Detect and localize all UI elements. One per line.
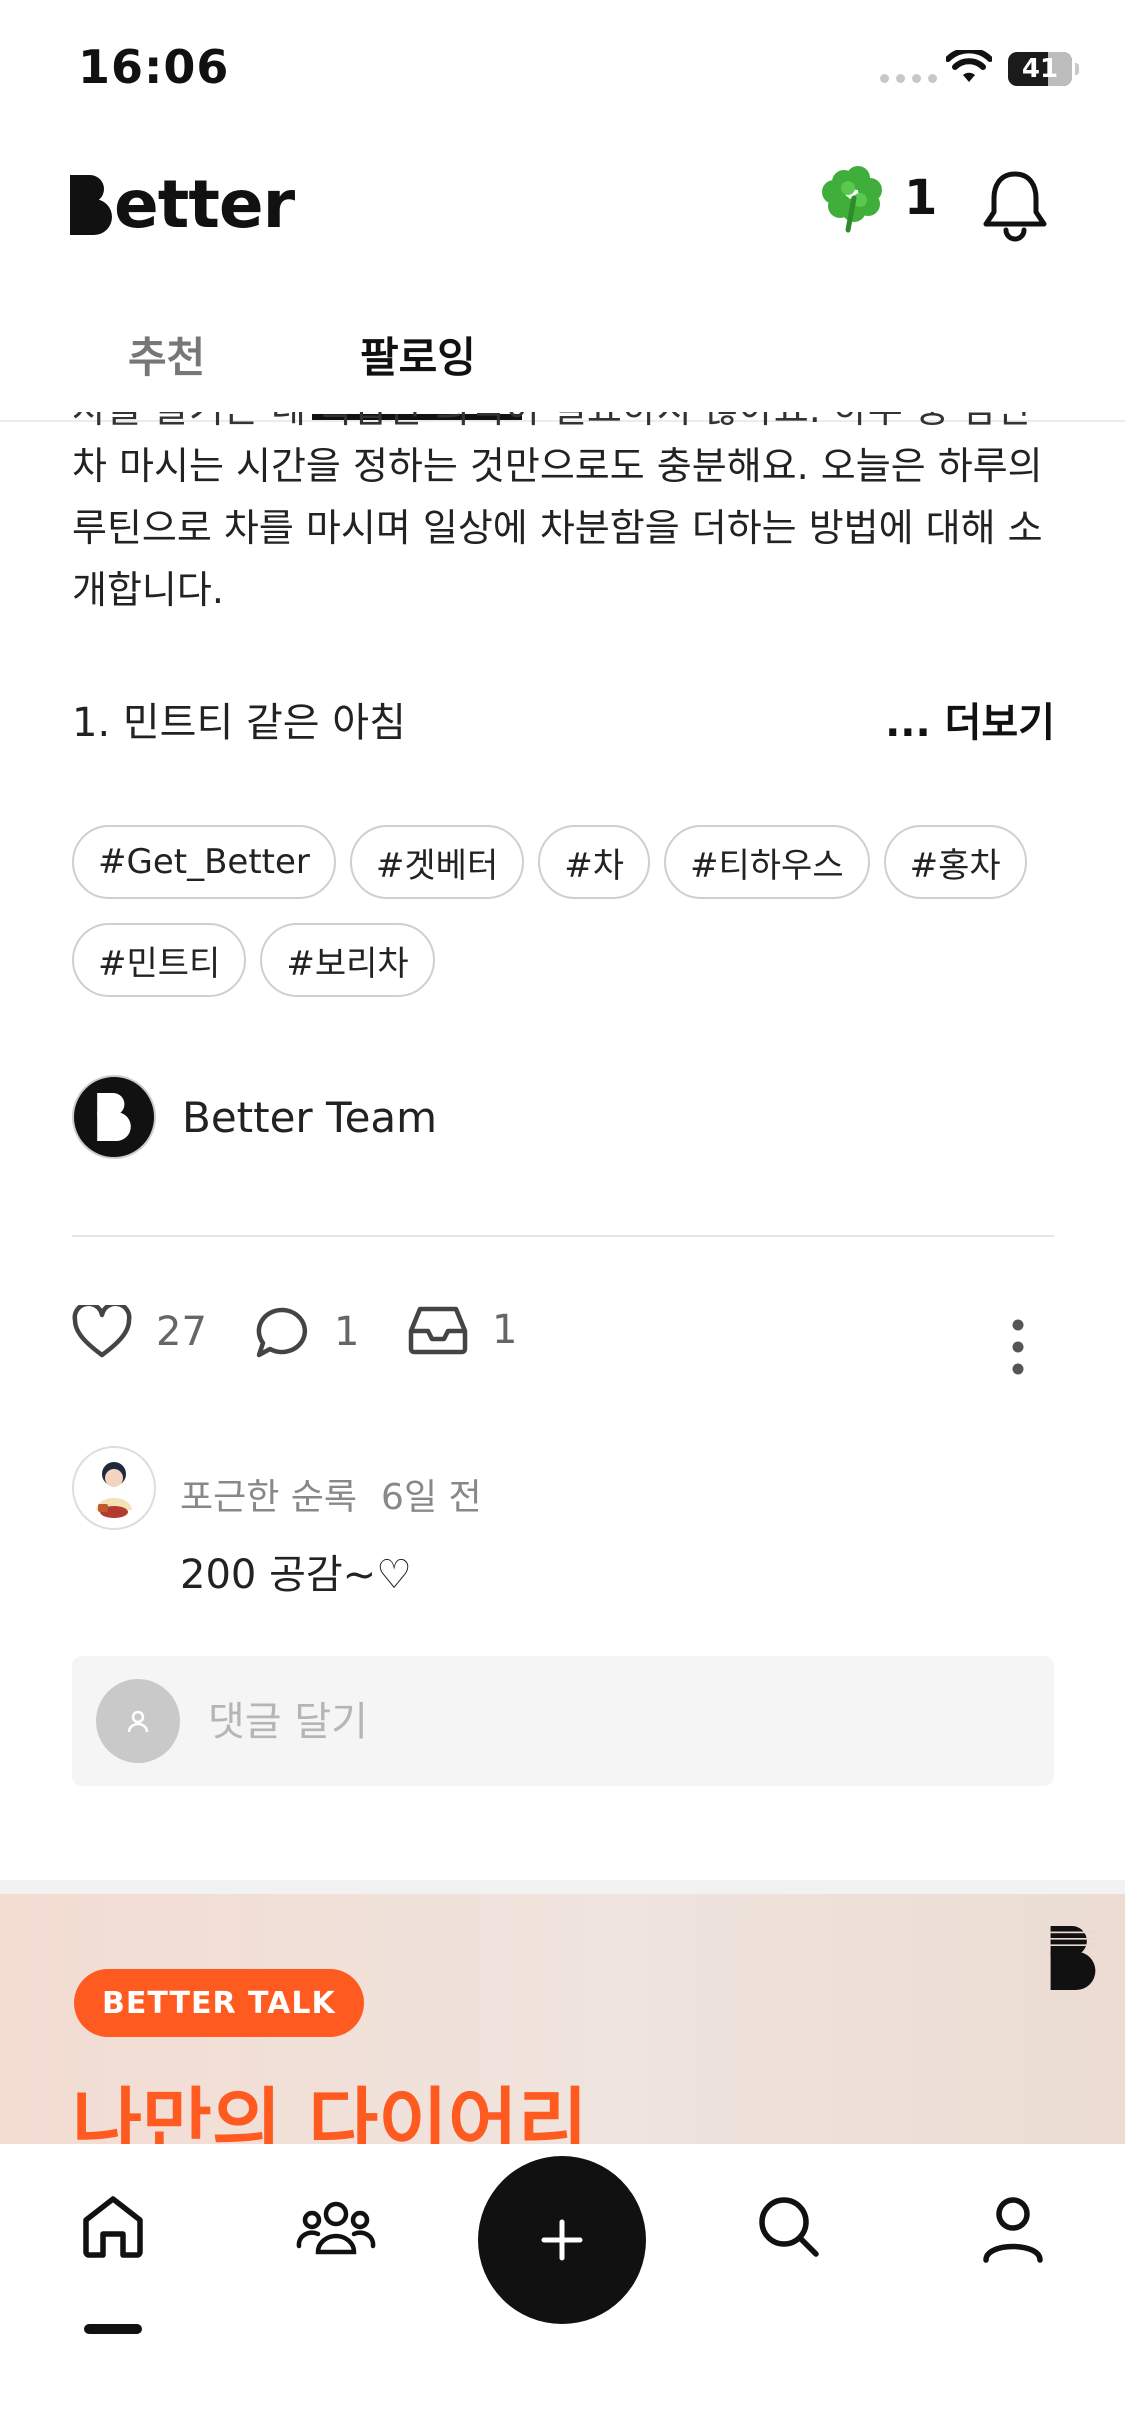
hashtag-chip[interactable]: #홍차 <box>883 825 1027 899</box>
save-button[interactable]: 1 <box>408 1305 517 1355</box>
community-icon[interactable] <box>296 2194 376 2264</box>
more-options-icon[interactable] <box>1012 1319 1024 1375</box>
comment-input[interactable] <box>206 1686 1010 1758</box>
cellular-signal-icon <box>880 74 937 83</box>
tab-recommended[interactable]: 추천 <box>128 324 205 385</box>
post-body: 차 마시는 시간을 정하는 것만으로도 충분해요. 오늘은 하루의 루틴으로 차… <box>72 444 1043 612</box>
like-count: 27 <box>156 1309 207 1355</box>
like-button[interactable]: 27 <box>72 1305 207 1359</box>
battery-level: 41 <box>1021 54 1059 84</box>
profile-icon[interactable] <box>980 2194 1046 2264</box>
app-header: etter 1 <box>0 140 1125 290</box>
bell-icon[interactable] <box>980 166 1050 242</box>
search-icon[interactable] <box>756 2194 822 2260</box>
better-b-mark-icon <box>1050 1926 1096 1990</box>
better-b-mark-icon <box>97 1093 131 1141</box>
hashtag-chip[interactable]: #티하우스 <box>664 825 870 899</box>
hashtag-chip[interactable]: #차 <box>538 825 650 899</box>
hashtag-chip[interactable]: #Get_Better <box>72 825 336 899</box>
commenter-name: 포근한 순록 6일 전 <box>180 1477 482 1518</box>
comment-button[interactable]: 1 <box>254 1305 359 1359</box>
post-body-clipped-line: 차를 즐기는 데 복잡한 의식이 필요하지 않아요. 하루 중 잠깐이라도 <box>72 412 1062 426</box>
clover-counter[interactable]: 1 <box>818 162 937 234</box>
my-avatar <box>96 1679 180 1763</box>
section-gap <box>0 1880 1125 1894</box>
hashtag-chip[interactable]: #보리차 <box>260 923 435 997</box>
status-bar: 16:06 41 <box>0 0 1125 140</box>
home-icon[interactable] <box>80 2194 146 2260</box>
author-name: Better Team <box>182 1092 438 1142</box>
active-nav-indicator <box>84 2324 142 2334</box>
comment-input-box <box>72 1656 1054 1786</box>
person-illustration-icon <box>96 1462 132 1518</box>
battery-icon: 41 <box>1008 52 1079 86</box>
better-talk-banner[interactable]: BETTER TALK 나만의 다이어리 <box>0 1894 1125 2144</box>
wifi-icon <box>946 50 992 82</box>
tab-following[interactable]: 팔로잉 <box>360 324 476 385</box>
feed-tabs: 추천 팔로잉 <box>0 290 1125 422</box>
comment-count: 1 <box>334 1309 360 1355</box>
more-button[interactable]: ... 더보기 <box>885 690 1055 748</box>
post-numbered-line: 1. 민트티 같은 아침 <box>72 700 406 746</box>
better-logo[interactable]: etter <box>70 160 295 250</box>
status-time: 16:06 <box>78 40 230 94</box>
hashtag-chip[interactable]: #겟베터 <box>349 825 525 899</box>
clover-count: 1 <box>904 170 938 226</box>
save-count: 1 <box>492 1307 518 1353</box>
author-avatar <box>72 1075 156 1159</box>
hashtag-chip[interactable]: #민트티 <box>72 923 247 997</box>
clover-icon <box>822 166 882 233</box>
post-actions: 27 1 1 <box>72 1305 1054 1375</box>
comment-time: 6일 전 <box>381 1477 482 1518</box>
banner-headline: 나만의 다이어리 <box>72 2079 588 2144</box>
hashtag-list: #Get_Better #겟베터 #차 #티하우스 #홍차 #민트티 #보리차 <box>72 825 1072 1021</box>
inbox-icon <box>408 1306 468 1355</box>
create-post-button[interactable] <box>478 2156 646 2324</box>
banner-badge: BETTER TALK <box>74 1969 364 2037</box>
plus-icon <box>541 2219 583 2261</box>
better-b-mark-icon <box>70 175 112 235</box>
post-author[interactable]: Better Team <box>72 1075 437 1159</box>
divider <box>72 1235 1054 1237</box>
logo-wordmark: etter <box>114 166 295 243</box>
commenter-avatar[interactable] <box>72 1446 156 1530</box>
user-icon <box>127 1710 149 1733</box>
comment-icon <box>256 1307 308 1358</box>
heart-icon <box>72 1305 132 1358</box>
bottom-navigation <box>0 2144 1125 2436</box>
comment-text: 200 공감~♡ <box>180 1552 413 1598</box>
